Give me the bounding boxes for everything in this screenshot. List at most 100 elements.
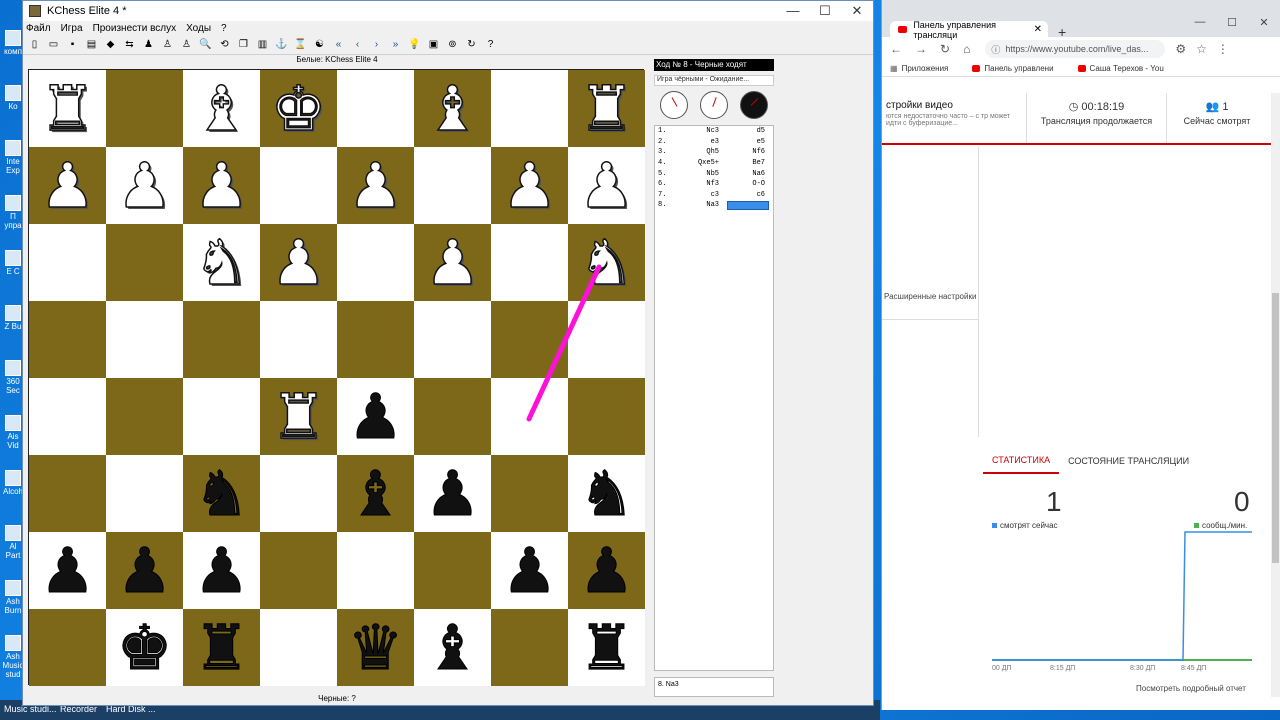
desktop-icon[interactable]: комп xyxy=(2,30,24,56)
white-bishop-icon[interactable]: ♝ xyxy=(424,76,481,140)
board-square[interactable] xyxy=(29,609,106,686)
detailed-report-link[interactable]: Посмотреть подробный отчет xyxy=(1136,684,1246,693)
desktop-icon[interactable]: Е С xyxy=(2,250,24,276)
board-square[interactable]: ♟ xyxy=(106,147,183,224)
tab-statistics[interactable]: СТАТИСТИКА xyxy=(983,448,1060,474)
board-square[interactable] xyxy=(491,301,568,378)
white-king-icon[interactable]: ♚ xyxy=(270,76,327,140)
new-tab-icon[interactable]: + xyxy=(1058,24,1066,40)
board-square[interactable]: ♛ xyxy=(337,609,414,686)
menu-game[interactable]: Игра xyxy=(61,23,83,34)
back-icon[interactable]: ← xyxy=(890,42,902,56)
move-row[interactable]: 6. Nf3 O-O xyxy=(655,179,773,190)
board-square[interactable] xyxy=(414,147,491,224)
board-square[interactable] xyxy=(414,301,491,378)
board-square[interactable] xyxy=(337,70,414,147)
scrollbar-thumb[interactable] xyxy=(1272,293,1279,563)
toolbar-button-icon[interactable]: ⊚ xyxy=(445,37,460,52)
toolbar-button-icon[interactable]: 🔍 xyxy=(198,37,213,52)
toolbar-button-icon[interactable]: ▭ xyxy=(46,37,61,52)
toolbar-button-icon[interactable]: ▪ xyxy=(65,37,80,52)
desktop-icon[interactable]: 360 Sec xyxy=(2,360,24,395)
board-square[interactable]: ♟ xyxy=(491,147,568,224)
board-square[interactable]: ♟ xyxy=(183,147,260,224)
board-square[interactable] xyxy=(260,609,337,686)
board-square[interactable] xyxy=(491,378,568,455)
browser-tab[interactable]: Панель управления трансляци ✕ xyxy=(890,20,1048,40)
menu-file[interactable]: Файл xyxy=(26,23,51,34)
board-square[interactable]: ♝ xyxy=(183,70,260,147)
board-square[interactable] xyxy=(260,301,337,378)
desktop-icon[interactable]: П упра xyxy=(2,195,24,230)
white-rook-icon[interactable]: ♜ xyxy=(39,76,96,140)
board-square[interactable]: ♝ xyxy=(414,609,491,686)
board-square[interactable]: ♜ xyxy=(568,70,645,147)
white-rook-icon[interactable]: ♜ xyxy=(270,384,327,448)
board-square[interactable] xyxy=(491,70,568,147)
white-pawn-icon[interactable]: ♟ xyxy=(424,230,481,294)
move-row[interactable]: 4. Qxe5+ Be7 xyxy=(655,158,773,169)
toolbar-button-icon[interactable]: ▯ xyxy=(27,37,42,52)
board-square[interactable]: ♜ xyxy=(183,609,260,686)
star-icon[interactable]: ☆ xyxy=(1196,42,1207,56)
move-row[interactable]: 8. Na3 xyxy=(655,200,773,211)
board-square[interactable] xyxy=(106,378,183,455)
board-square[interactable]: ♞ xyxy=(568,224,645,301)
move-row[interactable]: 2. e3 e5 xyxy=(655,137,773,148)
board-square[interactable] xyxy=(414,378,491,455)
toolbar-button-icon[interactable]: ◆ xyxy=(103,37,118,52)
board-square[interactable] xyxy=(260,147,337,224)
white-knight-icon[interactable]: ♞ xyxy=(193,230,250,294)
reload-icon[interactable]: ↻ xyxy=(940,42,950,56)
scrollbar[interactable] xyxy=(1271,93,1280,697)
toolbar-button-icon[interactable]: ↻ xyxy=(464,37,479,52)
board-square[interactable] xyxy=(29,301,106,378)
toolbar-button-icon[interactable]: « xyxy=(331,37,346,52)
minimize-icon[interactable]: — xyxy=(777,3,809,19)
tab-stream-state[interactable]: СОСТОЯНИЕ ТРАНСЛЯЦИИ xyxy=(1059,448,1198,474)
black-rook-icon[interactable]: ♜ xyxy=(578,616,635,679)
bookmark-apps[interactable]: ▦ Приложения xyxy=(890,64,960,73)
white-pawn-icon[interactable]: ♟ xyxy=(116,153,173,217)
move-input[interactable]: 8. Na3 xyxy=(654,677,774,697)
move-row[interactable]: 1. Nc3 d5 xyxy=(655,126,773,137)
toolbar-button-icon[interactable]: » xyxy=(388,37,403,52)
bookmark-item[interactable]: Саша Терехов - You xyxy=(1077,64,1176,73)
toolbar-button-icon[interactable]: 💡 xyxy=(407,37,422,52)
black-pawn-icon[interactable]: ♟ xyxy=(116,539,173,602)
forward-icon[interactable]: → xyxy=(915,42,927,56)
board-square[interactable]: ♟ xyxy=(337,147,414,224)
url-input[interactable]: ⓘ https://www.youtube.com/live_das... xyxy=(985,40,1166,58)
white-pawn-icon[interactable]: ♟ xyxy=(578,153,635,217)
white-pawn-icon[interactable]: ♟ xyxy=(193,153,250,217)
move-row[interactable]: 5. Nb5 Na6 xyxy=(655,168,773,179)
board-square[interactable] xyxy=(491,455,568,532)
board-square[interactable] xyxy=(414,532,491,609)
board-square[interactable]: ♟ xyxy=(491,532,568,609)
toolbar-button-icon[interactable]: ☯ xyxy=(312,37,327,52)
toolbar-button-icon[interactable]: ‹ xyxy=(350,37,365,52)
board-square[interactable] xyxy=(106,70,183,147)
board-square[interactable] xyxy=(106,301,183,378)
board-square[interactable]: ♝ xyxy=(414,70,491,147)
board-square[interactable]: ♟ xyxy=(260,224,337,301)
toolbar-button-icon[interactable]: ▥ xyxy=(255,37,270,52)
toolbar-button-icon[interactable]: › xyxy=(369,37,384,52)
black-knight-icon[interactable]: ♞ xyxy=(578,462,635,525)
board-square[interactable] xyxy=(29,455,106,532)
board-square[interactable] xyxy=(337,301,414,378)
board-square[interactable] xyxy=(568,301,645,378)
toolbar-button-icon[interactable]: ♙ xyxy=(160,37,175,52)
extension-icon[interactable]: ⚙ xyxy=(1175,42,1186,56)
menu-moves[interactable]: Ходы xyxy=(186,23,211,34)
black-knight-icon[interactable]: ♞ xyxy=(193,462,250,525)
board-square[interactable]: ♞ xyxy=(183,224,260,301)
black-rook-icon[interactable]: ♜ xyxy=(193,616,250,679)
desktop-icon[interactable]: Ко xyxy=(2,85,24,111)
toolbar-button-icon[interactable]: ❐ xyxy=(236,37,251,52)
board-square[interactable] xyxy=(337,532,414,609)
board-square[interactable] xyxy=(491,224,568,301)
board-square[interactable] xyxy=(106,455,183,532)
white-pawn-icon[interactable]: ♟ xyxy=(347,153,404,217)
move-row[interactable]: 7. c3 c6 xyxy=(655,190,773,201)
